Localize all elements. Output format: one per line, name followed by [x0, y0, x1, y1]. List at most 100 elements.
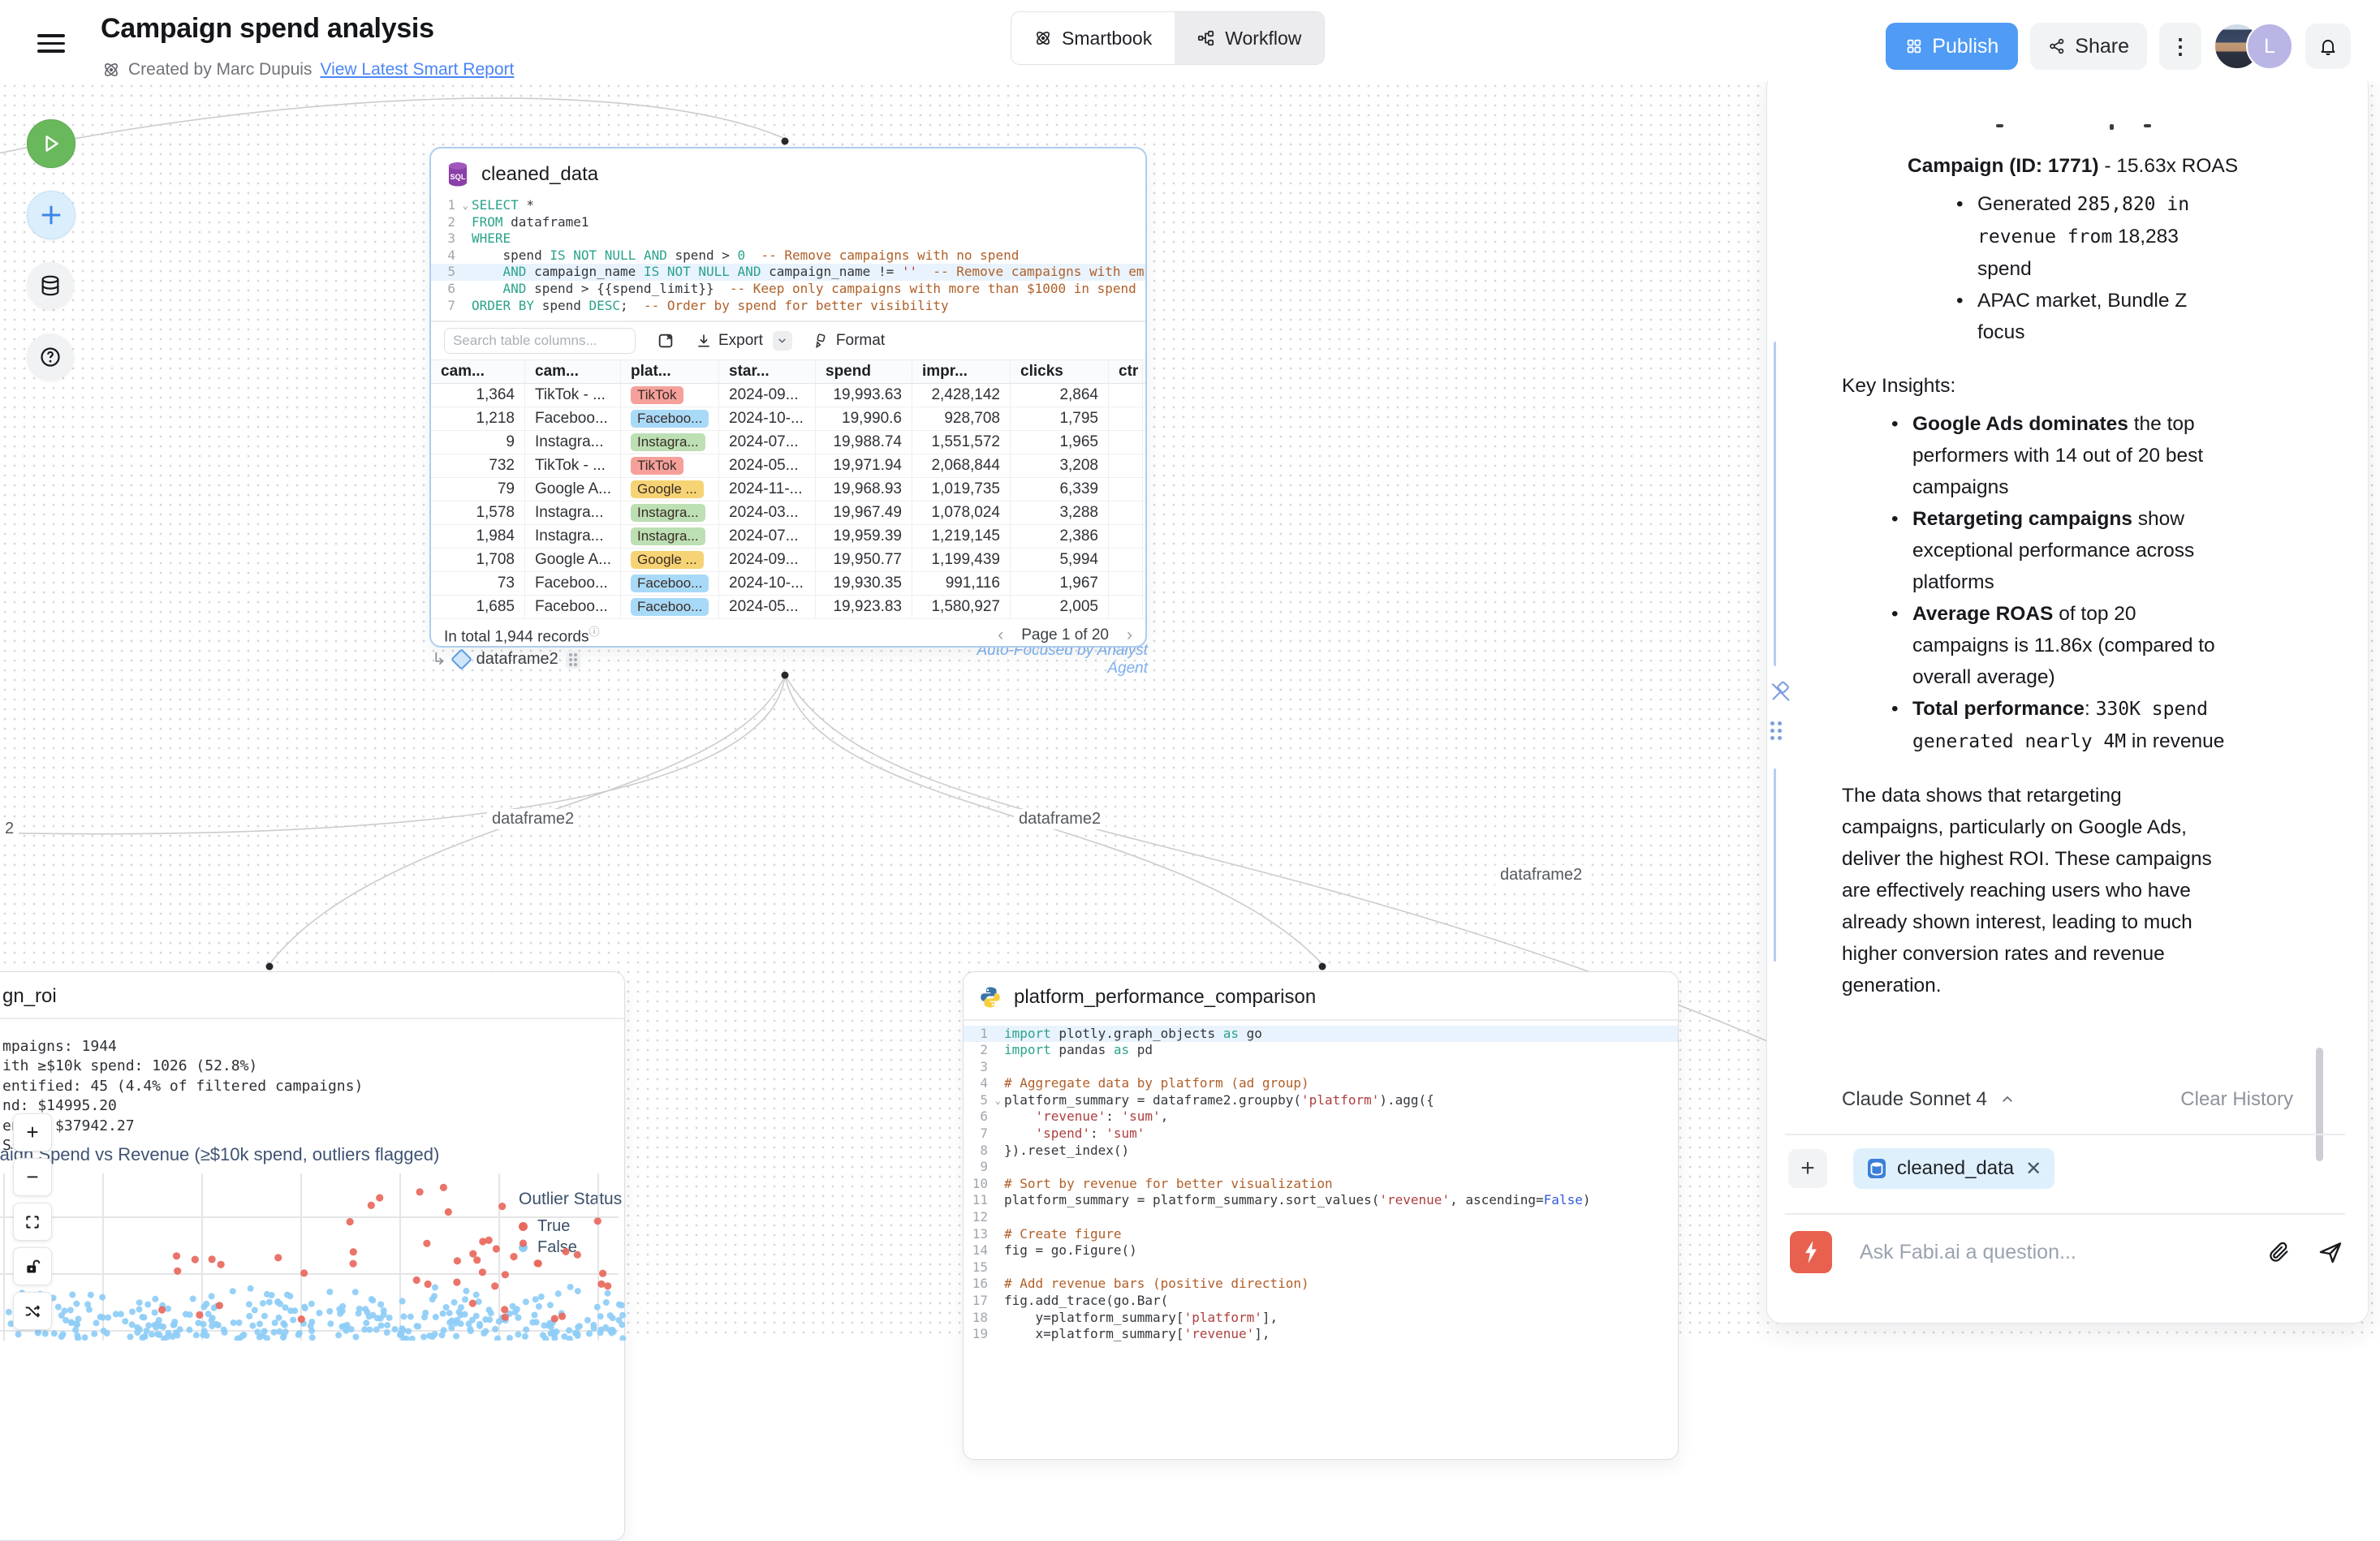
view-latest-smart-report-link[interactable]: View Latest Smart Report: [320, 60, 514, 80]
column-header[interactable]: star...: [719, 360, 816, 383]
code-line[interactable]: 1⌄SELECT *: [431, 197, 1145, 214]
context-chip-label: cleaned_data: [1897, 1157, 2014, 1180]
code-line[interactable]: 13# Create figure: [964, 1226, 1678, 1243]
edge-label-dataframe2: dataframe2: [1495, 865, 1587, 885]
code-line[interactable]: 15: [964, 1259, 1678, 1276]
expand-table-button[interactable]: [657, 332, 675, 350]
clear-history-button[interactable]: Clear History: [2180, 1088, 2293, 1111]
platform-performance-node-header[interactable]: platform_performance_comparison: [964, 972, 1678, 1019]
column-header[interactable]: impr...: [912, 360, 1011, 383]
remove-context-icon[interactable]: ✕: [2025, 1157, 2042, 1181]
search-table-columns-input[interactable]: [444, 328, 636, 354]
code-line[interactable]: 10# Sort by revenue for better visualiza…: [964, 1176, 1678, 1193]
menu-icon[interactable]: [37, 34, 65, 55]
export-button[interactable]: Export: [696, 331, 792, 351]
unpin-icon[interactable]: [1769, 679, 1793, 704]
code-line[interactable]: 18 y=platform_summary['platform'],: [964, 1310, 1678, 1327]
zoom-in-button[interactable]: +: [13, 1113, 52, 1151]
ask-fabi-input[interactable]: [1858, 1240, 2241, 1265]
code-line[interactable]: 6 'revenue': 'sum',: [964, 1108, 1678, 1126]
help-button[interactable]: [27, 334, 74, 381]
prev-page-button[interactable]: ‹: [998, 626, 1003, 645]
column-header[interactable]: clicks: [1011, 360, 1109, 383]
panel-drag-handle[interactable]: [1770, 721, 1782, 740]
code-line[interactable]: 17fig.add_trace(go.Bar(: [964, 1293, 1678, 1310]
table-cell: 19,971.94: [816, 454, 912, 477]
code-line[interactable]: 16# Add revenue bars (positive direction…: [964, 1276, 1678, 1293]
run-all-button[interactable]: [27, 119, 75, 168]
format-button[interactable]: Format: [813, 332, 885, 350]
python-code-editor[interactable]: 1import plotly.graph_objects as go2impor…: [964, 1026, 1678, 1343]
code-line[interactable]: 8}).reset_index(): [964, 1143, 1678, 1160]
context-chip-cleaned-data[interactable]: sql cleaned_data ✕: [1853, 1148, 2054, 1189]
tab-smartbook[interactable]: Smartbook: [1011, 12, 1175, 64]
avatar-l[interactable]: L: [2246, 23, 2293, 70]
column-header[interactable]: cam...: [525, 360, 621, 383]
code-line[interactable]: 5⌄platform_summary = dataframe2.groupby(…: [964, 1092, 1678, 1109]
column-header[interactable]: cam...: [431, 360, 525, 383]
sql-code-editor[interactable]: 1⌄SELECT *2FROM dataframe13WHERE4 spend …: [431, 197, 1145, 314]
platform-performance-node[interactable]: platform_performance_comparison 1import …: [963, 971, 1679, 1460]
panel-scrollbar[interactable]: [2316, 1048, 2323, 1161]
share-button[interactable]: Share: [2030, 23, 2147, 70]
data-sources-button[interactable]: [27, 262, 74, 309]
send-icon[interactable]: [2317, 1239, 2343, 1265]
platform-badge: TikTok: [631, 457, 683, 475]
more-options-button[interactable]: ⋮: [2159, 23, 2201, 70]
table-cell: 2,386: [1011, 525, 1109, 548]
code-line[interactable]: 11platform_summary = platform_summary.so…: [964, 1192, 1678, 1209]
shuffle-layout-button[interactable]: [13, 1292, 52, 1330]
code-line[interactable]: 3: [964, 1059, 1678, 1076]
lock-canvas-button[interactable]: [13, 1247, 52, 1285]
add-context-button[interactable]: +: [1788, 1149, 1827, 1188]
code-line[interactable]: 12: [964, 1209, 1678, 1226]
table-row[interactable]: 1,364TikTok - ...TikTok2024-09...19,993.…: [431, 384, 1145, 407]
table-row[interactable]: 1,685Faceboo...Faceboo...2024-05...19,92…: [431, 596, 1145, 619]
format-icon: [813, 333, 830, 349]
cleaned-data-node[interactable]: SQL cleaned_data 1⌄SELECT *2FROM datafra…: [429, 147, 1147, 648]
attachment-icon[interactable]: [2267, 1240, 2292, 1264]
code-line[interactable]: 5 AND campaign_name IS NOT NULL AND camp…: [431, 264, 1145, 281]
notifications-button[interactable]: [2305, 24, 2351, 69]
code-line[interactable]: 3WHERE: [431, 230, 1145, 248]
publish-button[interactable]: Publish: [1886, 23, 2018, 70]
model-selector[interactable]: Claude Sonnet 4: [1842, 1088, 2015, 1111]
table-row[interactable]: 73Faceboo...Faceboo...2024-10-...19,930.…: [431, 572, 1145, 596]
dataframe2-output-tag[interactable]: ↳ dataframe2: [432, 649, 580, 669]
insight-bullet: Average ROAS of top 20 campaigns is 11.8…: [1912, 598, 2235, 693]
fit-view-button[interactable]: [13, 1203, 52, 1241]
zoom-out-button[interactable]: −: [13, 1158, 52, 1196]
campaign-roi-node-header[interactable]: gn_roi: [0, 972, 624, 1018]
table-row[interactable]: 9Instagra...Instagra...2024-07...19,988.…: [431, 431, 1145, 454]
code-line[interactable]: 4# Aggregate data by platform (ad group): [964, 1075, 1678, 1092]
code-line[interactable]: 2FROM dataframe1: [431, 214, 1145, 231]
code-line[interactable]: 1import plotly.graph_objects as go: [964, 1026, 1678, 1043]
column-header[interactable]: ctr: [1109, 360, 1143, 383]
code-line[interactable]: 4 spend IS NOT NULL AND spend > 0 -- Rem…: [431, 248, 1145, 265]
table-row[interactable]: 1,218Faceboo...Faceboo...2024-10-...19,9…: [431, 407, 1145, 431]
tab-workflow[interactable]: Workflow: [1175, 12, 1324, 64]
code-line[interactable]: 14fig = go.Figure(): [964, 1242, 1678, 1259]
code-line[interactable]: 6 AND spend > {{spend_limit}} -- Keep on…: [431, 281, 1145, 298]
info-icon[interactable]: ⓘ: [589, 626, 600, 638]
column-header[interactable]: plat...: [621, 360, 719, 383]
table-cell: 1,019,735: [912, 478, 1011, 501]
drag-handle[interactable]: [566, 651, 580, 669]
table-cell: 19,988.74: [816, 431, 912, 454]
next-page-button[interactable]: ›: [1127, 626, 1132, 645]
add-node-button[interactable]: [27, 191, 75, 239]
table-row[interactable]: 1,984Instagra...Instagra...2024-07...19,…: [431, 525, 1145, 549]
cleaned-data-node-header[interactable]: SQL cleaned_data: [431, 149, 1145, 197]
code-line[interactable]: 7ORDER BY spend DESC; -- Order by spend …: [431, 298, 1145, 315]
table-row[interactable]: 1,578Instagra...Instagra...2024-03...19,…: [431, 501, 1145, 525]
export-options-button[interactable]: [773, 331, 792, 351]
code-line[interactable]: 9: [964, 1159, 1678, 1176]
table-row[interactable]: 79Google A...Google ...2024-11-...19,968…: [431, 478, 1145, 501]
code-line[interactable]: 7 'spend': 'sum': [964, 1126, 1678, 1143]
table-row[interactable]: 732TikTok - ...TikTok2024-05...19,971.94…: [431, 454, 1145, 478]
column-header[interactable]: spend: [816, 360, 912, 383]
table-row[interactable]: 1,708Google A...Google ...2024-09...19,9…: [431, 549, 1145, 572]
code-line[interactable]: 2import pandas as pd: [964, 1042, 1678, 1059]
plus-icon: [39, 203, 63, 227]
spend-vs-revenue-scatter[interactable]: [0, 1162, 633, 1341]
